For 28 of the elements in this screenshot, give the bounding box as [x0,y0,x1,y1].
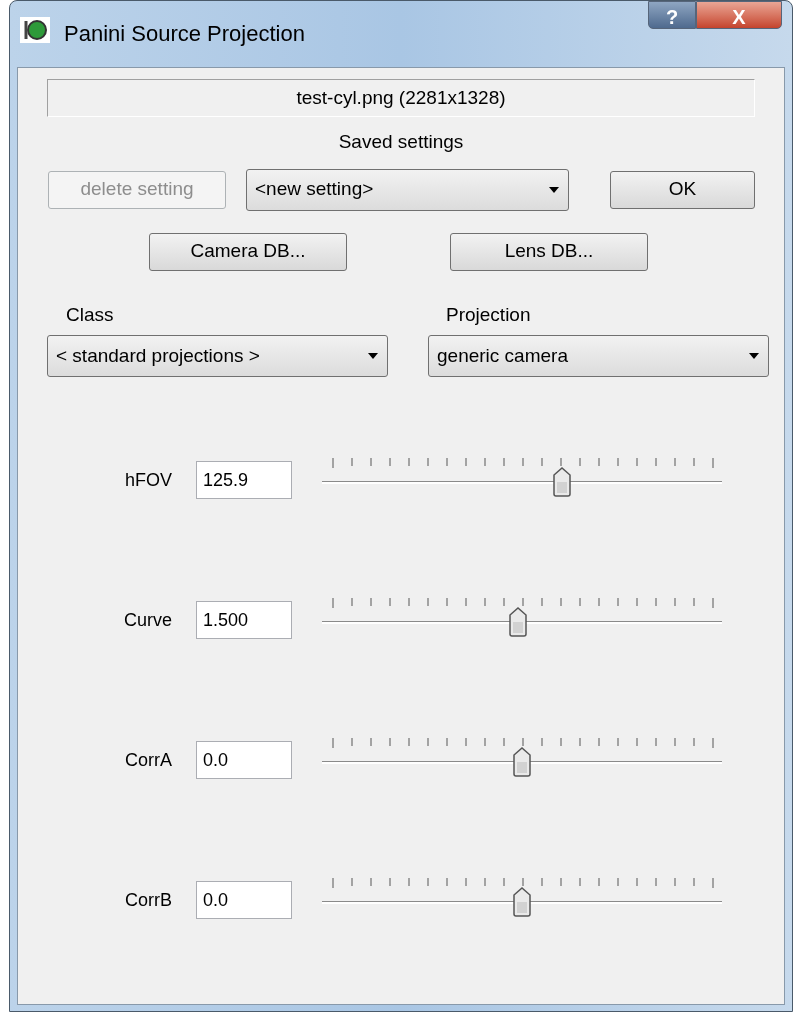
slider-thumb[interactable] [509,607,527,637]
projection-label: Projection [446,302,532,327]
value-field[interactable]: 1.500 [196,601,292,639]
dropdown[interactable]: < standard projections > [47,335,388,377]
caret-icon [748,352,760,360]
parameter-label: Curve [123,608,172,632]
app-icon [20,17,50,43]
saved-settings-label: Saved settings [338,130,464,154]
window-title: Panini Source Projection [64,20,305,48]
push-button[interactable]: Camera DB... [149,232,347,271]
file-label: test-cyl.png (2281x1328) [47,79,755,117]
slider-thumb[interactable] [513,887,531,917]
slider-thumb[interactable] [553,467,571,497]
parameter-label: CorrA [124,748,172,772]
dropdown[interactable]: <new setting> [246,168,569,211]
push-button[interactable]: Lens DB... [450,232,648,271]
value-field[interactable]: 125.9 [196,461,292,499]
dropdown[interactable]: generic camera [428,335,769,377]
push-button[interactable]: OK [610,170,755,209]
caret-icon [367,352,379,360]
help-button[interactable]: ? [648,1,696,29]
class-label: Class [66,302,115,327]
caret-icon [548,185,560,194]
slider-thumb[interactable] [513,747,531,777]
parameter-label: CorrB [124,888,172,912]
parameter-label: hFOV [124,468,172,492]
value-field[interactable]: 0.0 [196,881,292,919]
value-field[interactable]: 0.0 [196,741,292,779]
